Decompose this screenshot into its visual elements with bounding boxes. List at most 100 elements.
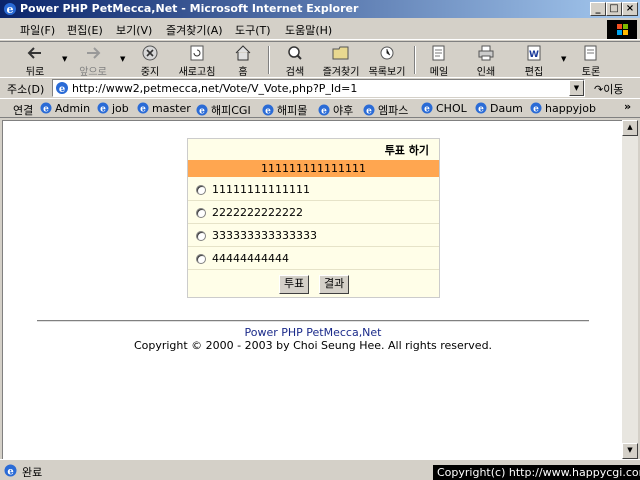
forward-arrow-icon bbox=[87, 47, 101, 59]
radio-button[interactable] bbox=[196, 231, 206, 241]
radio-button[interactable] bbox=[196, 254, 206, 264]
link-happyjob[interactable]: e happyjob bbox=[530, 102, 596, 115]
svg-text:e: e bbox=[533, 105, 539, 115]
close-button[interactable]: × bbox=[622, 2, 638, 16]
scroll-down-icon[interactable]: ▼ bbox=[622, 443, 638, 459]
vote-option[interactable]: 2222222222222 bbox=[188, 201, 439, 224]
menu-file[interactable]: 파일(F) bbox=[20, 22, 55, 38]
vote-option[interactable]: 333333333333333 bbox=[188, 224, 439, 247]
vote-result-button[interactable]: 결과 bbox=[319, 275, 350, 294]
refresh-button[interactable]: 새로고침 bbox=[176, 44, 218, 78]
scroll-up-icon[interactable]: ▲ bbox=[622, 120, 638, 136]
discuss-button[interactable]: 토론 bbox=[570, 44, 612, 78]
address-input[interactable]: e http://www2,petmecca,net/Vote/V_Vote,p… bbox=[52, 79, 585, 97]
word-edit-icon: W bbox=[527, 45, 541, 61]
links-more-button[interactable]: » bbox=[624, 100, 631, 113]
status-text: 완료 bbox=[22, 466, 43, 479]
search-button[interactable]: 검색 bbox=[274, 44, 316, 78]
edit-button[interactable]: W 편집 bbox=[513, 44, 555, 78]
link-happycgi[interactable]: e 해피CGI bbox=[196, 102, 251, 118]
link-page-icon: e bbox=[363, 104, 375, 117]
address-bar: 주소(D) e http://www2,petmecca,net/Vote/V_… bbox=[0, 77, 640, 98]
link-page-icon: e bbox=[137, 102, 149, 115]
maximize-button[interactable]: □ bbox=[606, 2, 622, 16]
svg-text:e: e bbox=[59, 84, 65, 95]
link-empas[interactable]: e 엠파스 bbox=[363, 102, 408, 118]
back-button[interactable]: 뒤로 bbox=[14, 44, 56, 78]
favorites-button[interactable]: 즐겨찾기 bbox=[320, 44, 362, 78]
mail-label: 메일 bbox=[429, 67, 449, 78]
links-label: 연결 bbox=[13, 104, 34, 117]
address-label: 주소(D) bbox=[7, 83, 45, 96]
link-daum[interactable]: e Daum bbox=[475, 102, 523, 115]
menu-help[interactable]: 도움말(H) bbox=[285, 22, 332, 38]
svg-text:e: e bbox=[424, 105, 430, 115]
link-master[interactable]: e master bbox=[137, 102, 191, 115]
menu-view[interactable]: 보기(V) bbox=[116, 22, 152, 38]
search-label: 검색 bbox=[285, 67, 305, 78]
svg-text:e: e bbox=[321, 107, 327, 117]
link-page-icon: e bbox=[530, 102, 542, 115]
page-icon: e bbox=[56, 82, 68, 95]
history-label: 목록보기 bbox=[368, 67, 406, 78]
svg-text:e: e bbox=[140, 105, 146, 115]
print-button[interactable]: 인쇄 bbox=[465, 44, 507, 78]
link-page-icon: e bbox=[475, 102, 487, 115]
window-title: Power PHP PetMecca,Net - Microsoft Inter… bbox=[20, 2, 359, 15]
svg-text:e: e bbox=[100, 105, 106, 115]
back-label: 뒤로 bbox=[25, 67, 45, 78]
vote-option[interactable]: 11111111111111 bbox=[188, 178, 439, 201]
history-button[interactable]: 목록보기 bbox=[366, 44, 408, 78]
status-page-icon: e bbox=[4, 464, 17, 477]
link-happymall[interactable]: e 해피몰 bbox=[262, 102, 307, 118]
vote-option-label: 44444444444 bbox=[212, 252, 289, 265]
forward-button[interactable]: 앞으로 bbox=[72, 44, 114, 78]
forward-label: 앞으로 bbox=[79, 67, 107, 78]
radio-button[interactable] bbox=[196, 185, 206, 195]
address-url: http://www2,petmecca,net/Vote/V_Vote,php… bbox=[72, 82, 358, 95]
stop-button[interactable]: 중지 bbox=[129, 44, 171, 78]
footer-divider bbox=[37, 320, 589, 322]
svg-text:e: e bbox=[366, 107, 372, 117]
vote-box: 투표 하기 111111111111111 11111111111111 222… bbox=[187, 138, 440, 298]
link-chol[interactable]: e CHOL bbox=[421, 102, 467, 115]
svg-text:e: e bbox=[7, 467, 13, 478]
link-page-icon: e bbox=[421, 102, 433, 115]
mail-icon bbox=[432, 45, 445, 61]
favorites-folder-icon bbox=[332, 46, 349, 60]
copyright-watermark: Copyright(c) http://www.happycgi.com bbox=[433, 465, 640, 480]
link-page-icon: e bbox=[318, 104, 330, 117]
link-page-icon: e bbox=[97, 102, 109, 115]
vote-option[interactable]: 44444444444 bbox=[188, 247, 439, 270]
home-button[interactable]: 홈 bbox=[222, 44, 264, 78]
mail-button[interactable]: 메일 bbox=[418, 44, 460, 78]
menu-edit[interactable]: 편집(E) bbox=[67, 22, 103, 38]
stop-label: 중지 bbox=[140, 67, 160, 78]
address-dropdown-icon[interactable]: ▼ bbox=[569, 80, 584, 96]
link-admin[interactable]: e Admin bbox=[40, 102, 90, 115]
menu-tools[interactable]: 도구(T) bbox=[235, 22, 271, 38]
menu-bar: 파일(F) 편집(E) 보기(V) 즐겨찾기(A) 도구(T) 도움말(H) bbox=[0, 18, 640, 40]
edit-dropdown-icon[interactable]: ▼ bbox=[561, 55, 566, 63]
history-icon bbox=[380, 46, 394, 60]
discuss-label: 토론 bbox=[581, 67, 601, 78]
vote-option-label: 11111111111111 bbox=[212, 183, 310, 196]
vertical-scrollbar[interactable]: ▲ ▼ bbox=[622, 120, 638, 459]
footer-site-link[interactable]: Power PHP PetMecca,Net bbox=[3, 326, 622, 339]
forward-dropdown-icon[interactable]: ▼ bbox=[120, 55, 125, 63]
menu-favorites[interactable]: 즐겨찾기(A) bbox=[166, 22, 223, 38]
back-dropdown-icon[interactable]: ▼ bbox=[62, 55, 67, 63]
toolbar-separator bbox=[414, 46, 416, 74]
edit-label: 편집 bbox=[524, 67, 544, 78]
svg-text:e: e bbox=[7, 3, 14, 16]
vote-submit-button[interactable]: 투표 bbox=[279, 275, 310, 294]
minimize-button[interactable]: _ bbox=[590, 2, 606, 16]
link-yahoo[interactable]: e 야후 bbox=[318, 102, 353, 118]
radio-button[interactable] bbox=[196, 208, 206, 218]
svg-text:W: W bbox=[529, 50, 539, 60]
link-page-icon: e bbox=[196, 104, 208, 117]
go-arrow-icon: ↷ bbox=[594, 83, 604, 96]
svg-text:e: e bbox=[478, 105, 484, 115]
link-job[interactable]: e job bbox=[97, 102, 129, 115]
go-button[interactable]: ↷이동 bbox=[594, 81, 623, 97]
